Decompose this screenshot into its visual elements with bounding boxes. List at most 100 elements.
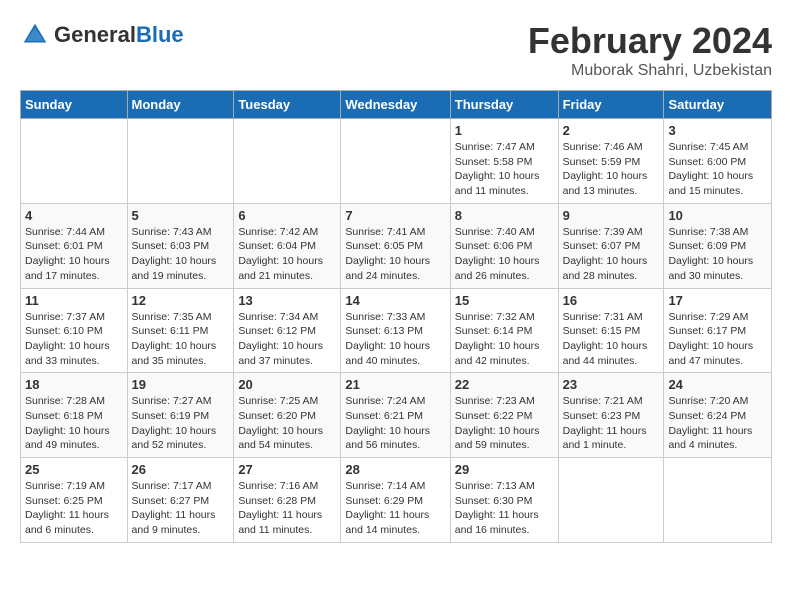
day-number: 13 xyxy=(238,293,336,308)
day-info: Sunrise: 7:14 AMSunset: 6:29 PMDaylight:… xyxy=(345,479,445,538)
calendar-day-cell xyxy=(558,458,664,543)
day-info: Sunrise: 7:46 AMSunset: 5:59 PMDaylight:… xyxy=(563,140,660,199)
calendar-week-row: 1 Sunrise: 7:47 AMSunset: 5:58 PMDaylight… xyxy=(21,119,772,204)
calendar-day-cell: 15 Sunrise: 7:32 AMSunset: 6:14 PMDayligh… xyxy=(450,288,558,373)
calendar-day-cell: 12 Sunrise: 7:35 AMSunset: 6:11 PMDayligh… xyxy=(127,288,234,373)
day-number: 21 xyxy=(345,377,445,392)
day-number: 11 xyxy=(25,293,123,308)
calendar-day-cell: 7 Sunrise: 7:41 AMSunset: 6:05 PMDaylight… xyxy=(341,203,450,288)
day-number: 24 xyxy=(668,377,767,392)
calendar-day-cell: 19 Sunrise: 7:27 AMSunset: 6:19 PMDayligh… xyxy=(127,373,234,458)
day-number: 1 xyxy=(455,123,554,138)
day-info: Sunrise: 7:20 AMSunset: 6:24 PMDaylight:… xyxy=(668,394,767,453)
day-number: 14 xyxy=(345,293,445,308)
day-number: 6 xyxy=(238,208,336,223)
day-info: Sunrise: 7:40 AMSunset: 6:06 PMDaylight:… xyxy=(455,225,554,284)
calendar-week-row: 25 Sunrise: 7:19 AMSunset: 6:25 PMDayligh… xyxy=(21,458,772,543)
logo: GeneralBlue xyxy=(20,20,184,50)
day-number: 28 xyxy=(345,462,445,477)
day-number: 25 xyxy=(25,462,123,477)
logo-blue: Blue xyxy=(136,22,184,47)
day-info: Sunrise: 7:23 AMSunset: 6:22 PMDaylight:… xyxy=(455,394,554,453)
day-number: 9 xyxy=(563,208,660,223)
day-info: Sunrise: 7:19 AMSunset: 6:25 PMDaylight:… xyxy=(25,479,123,538)
day-info: Sunrise: 7:16 AMSunset: 6:28 PMDaylight:… xyxy=(238,479,336,538)
day-info: Sunrise: 7:31 AMSunset: 6:15 PMDaylight:… xyxy=(563,310,660,369)
day-number: 23 xyxy=(563,377,660,392)
calendar-day-cell: 5 Sunrise: 7:43 AMSunset: 6:03 PMDaylight… xyxy=(127,203,234,288)
weekday-header-cell: Tuesday xyxy=(234,91,341,119)
calendar-day-cell: 26 Sunrise: 7:17 AMSunset: 6:27 PMDayligh… xyxy=(127,458,234,543)
day-info: Sunrise: 7:27 AMSunset: 6:19 PMDaylight:… xyxy=(132,394,230,453)
day-info: Sunrise: 7:33 AMSunset: 6:13 PMDaylight:… xyxy=(345,310,445,369)
day-info: Sunrise: 7:25 AMSunset: 6:20 PMDaylight:… xyxy=(238,394,336,453)
day-info: Sunrise: 7:17 AMSunset: 6:27 PMDaylight:… xyxy=(132,479,230,538)
weekday-header-row: SundayMondayTuesdayWednesdayThursdayFrid… xyxy=(21,91,772,119)
calendar-day-cell: 2Sunrise: 7:46 AMSunset: 5:59 PMDaylight… xyxy=(558,119,664,204)
day-number: 26 xyxy=(132,462,230,477)
calendar-day-cell: 4Sunrise: 7:44 AMSunset: 6:01 PMDaylight… xyxy=(21,203,128,288)
calendar-day-cell: 25 Sunrise: 7:19 AMSunset: 6:25 PMDayligh… xyxy=(21,458,128,543)
day-info: Sunrise: 7:21 AMSunset: 6:23 PMDaylight:… xyxy=(563,394,660,453)
weekday-header-cell: Friday xyxy=(558,91,664,119)
calendar-day-cell: 20 Sunrise: 7:25 AMSunset: 6:20 PMDayligh… xyxy=(234,373,341,458)
day-number: 7 xyxy=(345,208,445,223)
day-info: Sunrise: 7:41 AMSunset: 6:05 PMDaylight:… xyxy=(345,225,445,284)
day-number: 4 xyxy=(25,208,123,223)
calendar-day-cell: 3 Sunrise: 7:45 AMSunset: 6:00 PMDaylight… xyxy=(664,119,772,204)
weekday-header-cell: Wednesday xyxy=(341,91,450,119)
day-info: Sunrise: 7:39 AMSunset: 6:07 PMDaylight:… xyxy=(563,225,660,284)
day-info: Sunrise: 7:37 AMSunset: 6:10 PMDaylight:… xyxy=(25,310,123,369)
calendar-day-cell: 22 Sunrise: 7:23 AMSunset: 6:22 PMDayligh… xyxy=(450,373,558,458)
calendar-day-cell: 13Sunrise: 7:34 AMSunset: 6:12 PMDayligh… xyxy=(234,288,341,373)
day-info: Sunrise: 7:28 AMSunset: 6:18 PMDaylight:… xyxy=(25,394,123,453)
day-number: 18 xyxy=(25,377,123,392)
day-number: 19 xyxy=(132,377,230,392)
weekday-header-cell: Sunday xyxy=(21,91,128,119)
calendar-day-cell: 14 Sunrise: 7:33 AMSunset: 6:13 PMDayligh… xyxy=(341,288,450,373)
day-number: 22 xyxy=(455,377,554,392)
day-info: Sunrise: 7:35 AMSunset: 6:11 PMDaylight:… xyxy=(132,310,230,369)
day-info: Sunrise: 7:45 AMSunset: 6:00 PMDaylight:… xyxy=(668,140,767,199)
day-info: Sunrise: 7:47 AMSunset: 5:58 PMDaylight:… xyxy=(455,140,554,199)
calendar-day-cell: 16 Sunrise: 7:31 AMSunset: 6:15 PMDayligh… xyxy=(558,288,664,373)
day-number: 15 xyxy=(455,293,554,308)
calendar-table: SundayMondayTuesdayWednesdayThursdayFrid… xyxy=(20,90,772,543)
calendar-day-cell: 10Sunrise: 7:38 AMSunset: 6:09 PMDayligh… xyxy=(664,203,772,288)
day-number: 5 xyxy=(132,208,230,223)
calendar-day-cell xyxy=(127,119,234,204)
calendar-day-cell: 9 Sunrise: 7:39 AMSunset: 6:07 PMDaylight… xyxy=(558,203,664,288)
day-number: 16 xyxy=(563,293,660,308)
calendar-day-cell: 23 Sunrise: 7:21 AMSunset: 6:23 PMDayligh… xyxy=(558,373,664,458)
calendar-day-cell: 29 Sunrise: 7:13 AMSunset: 6:30 PMDayligh… xyxy=(450,458,558,543)
calendar-week-row: 18 Sunrise: 7:28 AMSunset: 6:18 PMDayligh… xyxy=(21,373,772,458)
day-info: Sunrise: 7:24 AMSunset: 6:21 PMDaylight:… xyxy=(345,394,445,453)
title-section: February 2024 Muborak Shahri, Uzbekistan xyxy=(528,20,772,80)
day-number: 12 xyxy=(132,293,230,308)
day-number: 29 xyxy=(455,462,554,477)
day-info: Sunrise: 7:32 AMSunset: 6:14 PMDaylight:… xyxy=(455,310,554,369)
day-info: Sunrise: 7:29 AMSunset: 6:17 PMDaylight:… xyxy=(668,310,767,369)
weekday-header-cell: Monday xyxy=(127,91,234,119)
calendar-day-cell: 21 Sunrise: 7:24 AMSunset: 6:21 PMDayligh… xyxy=(341,373,450,458)
month-year-title: February 2024 xyxy=(528,20,772,62)
calendar-day-cell: 18 Sunrise: 7:28 AMSunset: 6:18 PMDayligh… xyxy=(21,373,128,458)
calendar-day-cell xyxy=(664,458,772,543)
calendar-day-cell: 24 Sunrise: 7:20 AMSunset: 6:24 PMDayligh… xyxy=(664,373,772,458)
logo-general: General xyxy=(54,22,136,47)
day-number: 3 xyxy=(668,123,767,138)
day-info: Sunrise: 7:43 AMSunset: 6:03 PMDaylight:… xyxy=(132,225,230,284)
calendar-day-cell: 11 Sunrise: 7:37 AMSunset: 6:10 PMDayligh… xyxy=(21,288,128,373)
day-number: 17 xyxy=(668,293,767,308)
day-number: 27 xyxy=(238,462,336,477)
weekday-header-cell: Thursday xyxy=(450,91,558,119)
calendar-day-cell: 6 Sunrise: 7:42 AMSunset: 6:04 PMDaylight… xyxy=(234,203,341,288)
calendar-day-cell: 1 Sunrise: 7:47 AMSunset: 5:58 PMDaylight… xyxy=(450,119,558,204)
calendar-day-cell xyxy=(21,119,128,204)
calendar-week-row: 4Sunrise: 7:44 AMSunset: 6:01 PMDaylight… xyxy=(21,203,772,288)
day-info: Sunrise: 7:42 AMSunset: 6:04 PMDaylight:… xyxy=(238,225,336,284)
location-subtitle: Muborak Shahri, Uzbekistan xyxy=(528,62,772,80)
day-number: 20 xyxy=(238,377,336,392)
day-number: 8 xyxy=(455,208,554,223)
day-info: Sunrise: 7:13 AMSunset: 6:30 PMDaylight:… xyxy=(455,479,554,538)
